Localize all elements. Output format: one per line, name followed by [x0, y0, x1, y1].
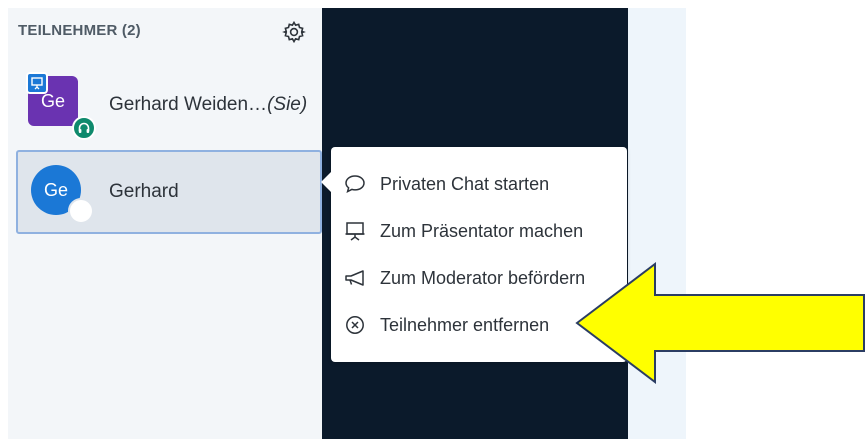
self-indicator: (Sie): [267, 94, 308, 115]
participants-header: TEILNEHMER (2): [18, 22, 141, 39]
presentation-board-icon: [343, 219, 367, 243]
avatar-initials: Ge: [43, 179, 68, 200]
headset-icon: [72, 116, 96, 140]
participant-row-self[interactable]: Ge Gerhard Weiden…(Sie): [16, 64, 322, 146]
menu-item-label: Zum Präsentator machen: [380, 221, 584, 241]
menu-item-label: Zum Moderator befördern: [380, 268, 586, 288]
participant-row-selected[interactable]: Ge Gerhard: [16, 150, 322, 234]
menu-item-label: Teilnehmer entfernen: [380, 315, 550, 335]
status-indicator-icon: [68, 198, 94, 224]
participant-name-text: Gerhard Weiden…: [109, 94, 268, 115]
circle-x-icon: [343, 313, 367, 337]
megaphone-icon: [343, 266, 367, 290]
menu-item-label: Privaten Chat starten: [380, 174, 550, 194]
participant-name: Gerhard: [109, 181, 179, 202]
participants-sidebar: TEILNEHMER (2) Ge Gerhard Weiden…(Sie) G…: [8, 8, 322, 439]
gear-icon[interactable]: [282, 20, 306, 44]
presenter-icon: [26, 72, 48, 94]
chat-bubble-icon: [343, 172, 367, 196]
menu-item-make-presenter[interactable]: Zum Präsentator machen: [331, 211, 627, 251]
participant-name: Gerhard Weiden…(Sie): [109, 94, 307, 116]
highlight-arrow-icon: [575, 261, 866, 385]
menu-item-private-chat[interactable]: Privaten Chat starten: [331, 164, 627, 204]
